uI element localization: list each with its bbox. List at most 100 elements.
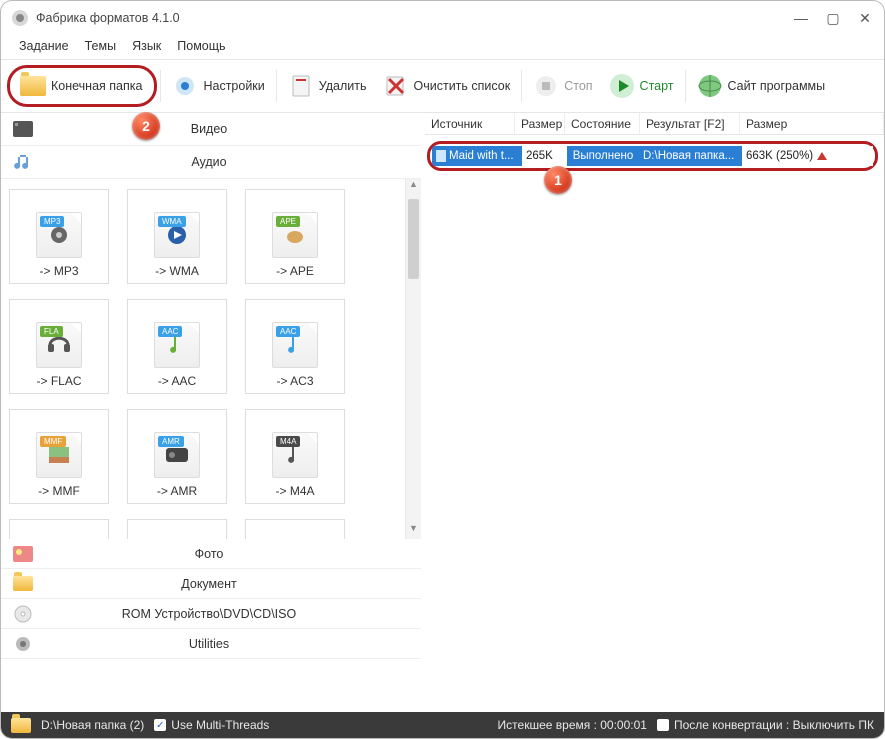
close-button[interactable]: ✕: [856, 10, 874, 27]
format-amr[interactable]: AMR-> AMR: [127, 409, 227, 504]
col-size[interactable]: Размер: [515, 113, 565, 134]
gear-icon: [172, 73, 198, 99]
folder-icon: [11, 718, 31, 733]
toolbar: Конечная папка Настройки Удалить Очистит…: [1, 60, 884, 113]
audio-icon: [9, 153, 37, 171]
menubar: Задание Темы Язык Помощь: [1, 35, 884, 60]
format-ac3[interactable]: AAC-> AC3: [245, 299, 345, 394]
format-wav[interactable]: WAV: [245, 519, 345, 539]
delete-button[interactable]: Удалить: [280, 70, 375, 102]
scroll-up-icon[interactable]: ▲: [406, 179, 421, 195]
category-audio[interactable]: Аудио: [1, 146, 421, 179]
delete-icon: [288, 73, 314, 99]
format-aac[interactable]: AAC-> AAC: [127, 299, 227, 394]
callout-badge-2: 2: [132, 112, 160, 140]
left-pane: Видео Аудио MP3-> MP3 WMA-> WMA APE-> AP…: [1, 113, 421, 673]
clear-label: Очистить список: [414, 79, 511, 93]
maximize-button[interactable]: ▢: [824, 10, 842, 27]
format-flac-label: -> FLAC: [36, 374, 81, 388]
category-photo[interactable]: Фото: [1, 539, 421, 569]
row-size2: 663K (250%): [746, 150, 813, 162]
site-label: Сайт программы: [728, 79, 826, 93]
minimize-button[interactable]: —: [792, 10, 810, 27]
output-folder-button[interactable]: Конечная папка: [12, 70, 150, 102]
stop-button[interactable]: Стоп: [525, 70, 600, 102]
format-ogg[interactable]: OGG: [127, 519, 227, 539]
clear-list-button[interactable]: Очистить список: [375, 70, 519, 102]
site-button[interactable]: Сайт программы: [689, 70, 834, 102]
category-audio-label: Аудио: [37, 155, 421, 169]
format-m4a[interactable]: M4A-> M4A: [245, 409, 345, 504]
document-icon: [9, 576, 37, 591]
category-video-label: Видео: [37, 122, 421, 136]
col-size2[interactable]: Размер: [740, 113, 884, 134]
window-controls: — ▢ ✕: [792, 10, 874, 27]
category-rom-label: ROM Устройство\DVD\CD\ISO: [37, 607, 421, 621]
window-title: Фабрика форматов 4.1.0: [36, 11, 792, 25]
music-file-icon: [436, 150, 446, 162]
format-wma[interactable]: WMA-> WMA: [127, 189, 227, 284]
callout-badge-1: 1: [544, 166, 572, 194]
menu-help[interactable]: Помощь: [177, 39, 225, 53]
output-folder-label: Конечная папка: [51, 79, 142, 93]
category-photo-label: Фото: [37, 547, 421, 561]
col-result[interactable]: Результат [F2]: [640, 113, 740, 134]
toolbar-sep: [276, 70, 277, 102]
menu-themes[interactable]: Темы: [85, 39, 116, 53]
disc-icon: [9, 605, 37, 623]
clear-icon: [383, 73, 409, 99]
format-aac-label: -> AAC: [158, 374, 196, 388]
format-mp3-label: -> MP3: [39, 264, 78, 278]
delete-label: Удалить: [319, 79, 367, 93]
status-bar: D:\Новая папка (2) ✓Use Multi-Threads Ис…: [1, 712, 884, 738]
format-scrollbar[interactable]: ▲ ▼: [405, 179, 421, 539]
category-video[interactable]: Видео: [1, 113, 421, 146]
start-icon: [609, 73, 635, 99]
task-row[interactable]: Maid with t... 265K Выполнено D:\Новая п…: [432, 146, 873, 166]
category-document[interactable]: Документ: [1, 569, 421, 599]
toolbar-sep: [521, 70, 522, 102]
format-flac[interactable]: FLA-> FLAC: [9, 299, 109, 394]
list-header: Источник Размер Состояние Результат [F2]…: [425, 113, 884, 135]
globe-icon: [697, 73, 723, 99]
increase-arrow-icon: [817, 152, 827, 160]
format-ape-label: -> APE: [276, 264, 314, 278]
status-path[interactable]: D:\Новая папка (2): [41, 718, 144, 732]
bottom-categories: Фото Документ ROM Устройство\DVD\CD\ISO …: [1, 539, 421, 659]
row-state: Выполнено: [573, 150, 634, 162]
settings-label: Настройки: [203, 79, 264, 93]
col-state[interactable]: Состояние: [565, 113, 640, 134]
shutdown-label: После конвертации : Выключить ПК: [674, 718, 874, 732]
row-size: 265K: [526, 150, 553, 162]
format-grid-wrap: MP3-> MP3 WMA-> WMA APE-> APE FLA-> FLAC…: [1, 179, 421, 539]
start-label: Старт: [640, 79, 674, 93]
scroll-down-icon[interactable]: ▼: [406, 523, 421, 539]
settings-button[interactable]: Настройки: [164, 70, 272, 102]
format-ape[interactable]: APE-> APE: [245, 189, 345, 284]
row-source: Maid with t...: [449, 150, 514, 162]
stop-icon: [533, 73, 559, 99]
menu-lang[interactable]: Язык: [132, 39, 161, 53]
format-wma-label: -> WMA: [155, 264, 199, 278]
menu-task[interactable]: Задание: [19, 39, 69, 53]
format-m4r[interactable]: M4R: [9, 519, 109, 539]
toolbar-sep: [160, 70, 161, 102]
multithread-toggle[interactable]: ✓Use Multi-Threads: [154, 718, 269, 732]
multithread-label: Use Multi-Threads: [171, 718, 269, 732]
category-utilities[interactable]: Utilities: [1, 629, 421, 659]
format-amr-label: -> AMR: [157, 484, 197, 498]
format-mmf[interactable]: MMF-> MMF: [9, 409, 109, 504]
col-source[interactable]: Источник: [425, 113, 515, 134]
right-pane: Источник Размер Состояние Результат [F2]…: [421, 113, 884, 673]
shutdown-toggle[interactable]: ✓После конвертации : Выключить ПК: [657, 718, 874, 732]
format-mmf-label: -> MMF: [38, 484, 80, 498]
titlebar: Фабрика форматов 4.1.0 — ▢ ✕: [1, 1, 884, 35]
stop-label: Стоп: [564, 79, 592, 93]
start-button[interactable]: Старт: [601, 70, 682, 102]
format-mp3[interactable]: MP3-> MP3: [9, 189, 109, 284]
scroll-thumb[interactable]: [408, 199, 419, 279]
category-rom[interactable]: ROM Устройство\DVD\CD\ISO: [1, 599, 421, 629]
folder-icon: [20, 73, 46, 99]
category-document-label: Документ: [37, 577, 421, 591]
highlight-ring-1: Maid with t... 265K Выполнено D:\Новая п…: [427, 141, 878, 171]
